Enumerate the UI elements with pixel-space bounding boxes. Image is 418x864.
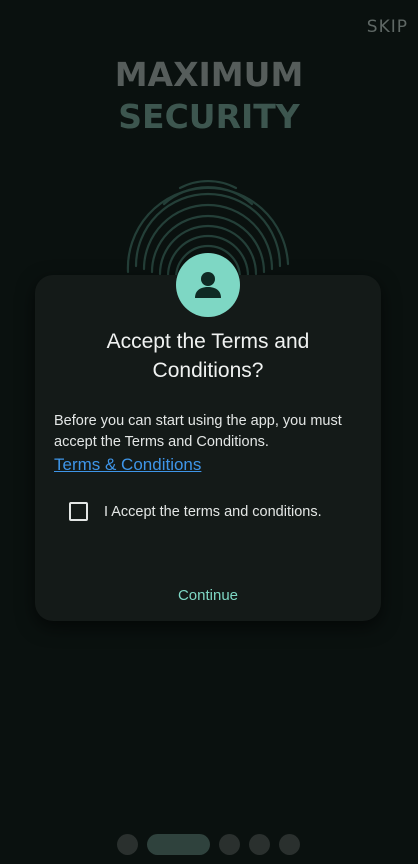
continue-button[interactable]: Continue bbox=[148, 582, 268, 610]
hero-title-line2: SECURITY bbox=[118, 97, 300, 136]
terms-link[interactable]: Terms & Conditions bbox=[54, 455, 201, 475]
onboarding-screen: SKIP MAXIMUM SECURITY Accept the Terms a… bbox=[0, 0, 418, 864]
page-dot-1[interactable] bbox=[117, 834, 138, 855]
skip-button[interactable]: SKIP bbox=[367, 17, 408, 37]
accept-terms-label[interactable]: I Accept the terms and conditions. bbox=[104, 504, 322, 520]
accept-terms-row[interactable]: I Accept the terms and conditions. bbox=[69, 502, 322, 521]
dialog-body-text: Before you can start using the app, you … bbox=[54, 413, 342, 450]
page-dot-5[interactable] bbox=[279, 834, 300, 855]
person-icon bbox=[176, 253, 240, 317]
page-indicator bbox=[117, 834, 309, 855]
page-dot-4[interactable] bbox=[249, 834, 270, 855]
accept-terms-checkbox[interactable] bbox=[69, 502, 88, 521]
page-dot-3[interactable] bbox=[219, 834, 240, 855]
hero-title-line1: MAXIMUM bbox=[114, 55, 304, 94]
page-dot-2-active[interactable] bbox=[147, 834, 210, 855]
hero-title: MAXIMUM SECURITY bbox=[0, 54, 418, 138]
dialog-title: Accept the Terms and Conditions? bbox=[106, 330, 310, 382]
